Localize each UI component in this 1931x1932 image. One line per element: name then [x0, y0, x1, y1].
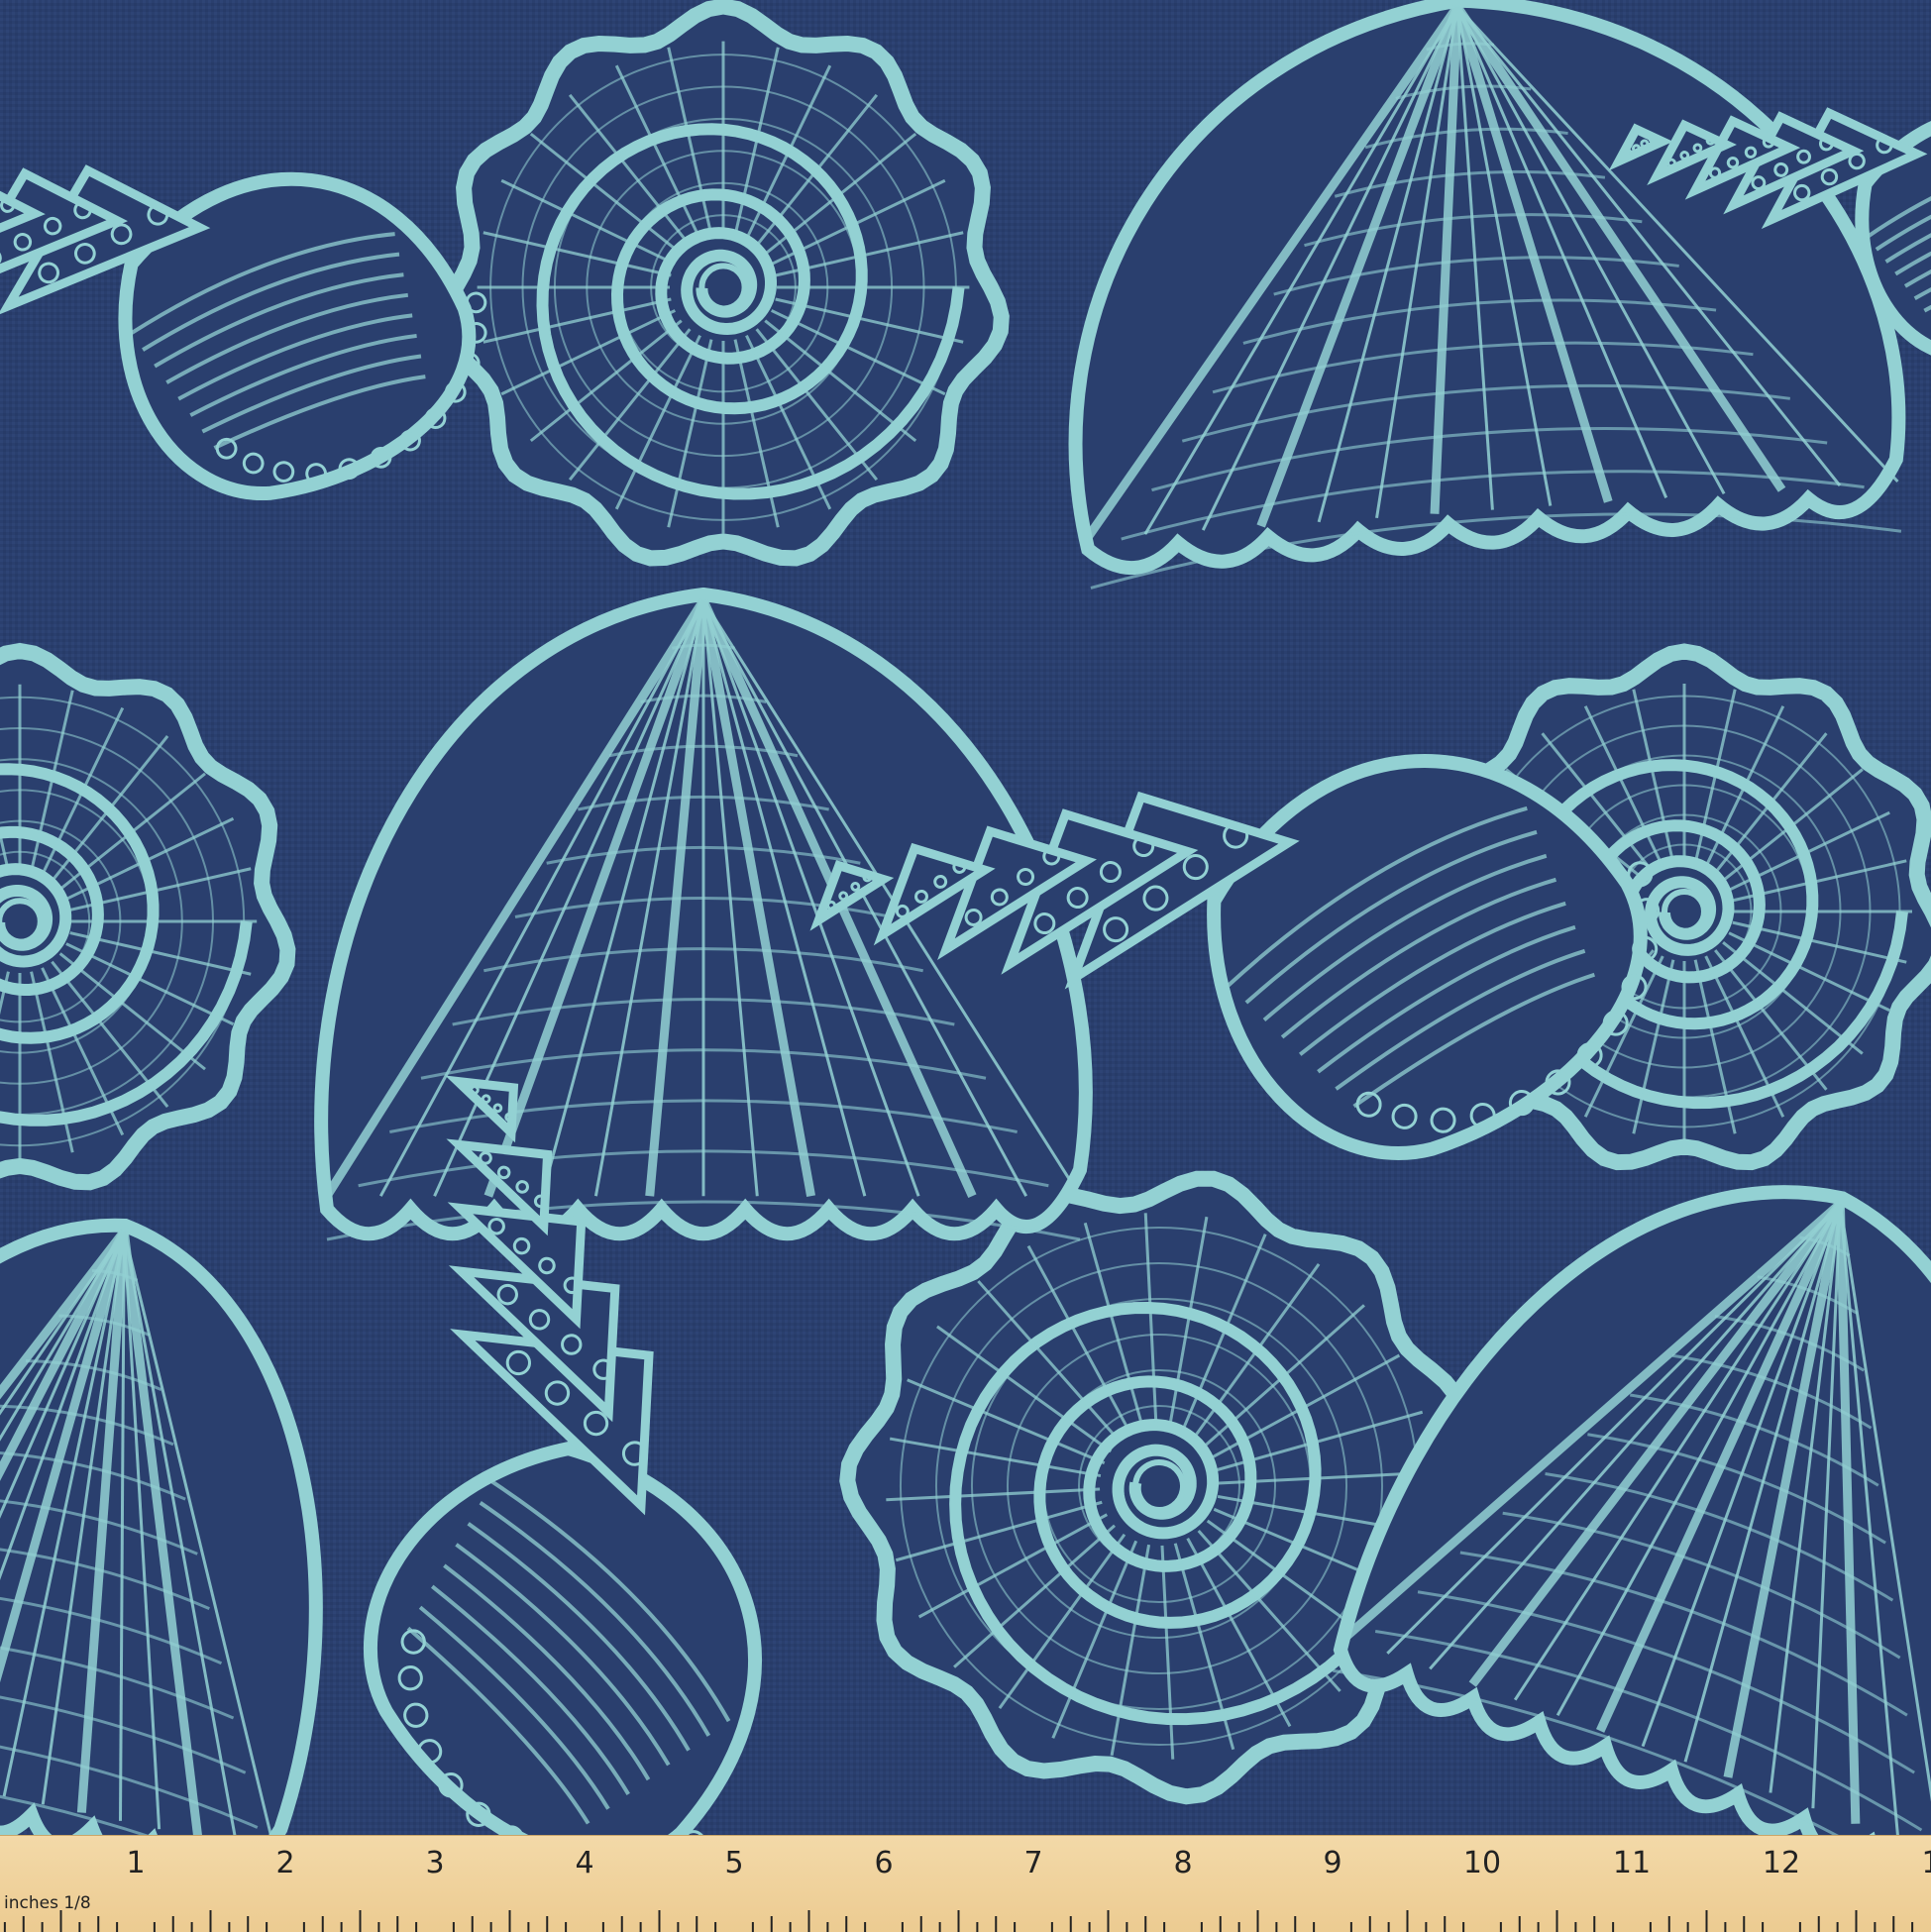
ruler-number: 7: [1023, 1846, 1043, 1880]
ruler-unit-label: inches 1/8: [4, 1893, 91, 1913]
measuring-ruler: inches 1/8 1234567891011121: [0, 1835, 1931, 1932]
ruler-number: 3: [425, 1846, 445, 1880]
ruler-number: 8: [1173, 1846, 1193, 1880]
ruler-number: 1: [1921, 1846, 1931, 1880]
ruler-number: 11: [1612, 1846, 1652, 1880]
ruler-number: 6: [874, 1846, 894, 1880]
ruler-number: 5: [724, 1846, 744, 1880]
ruler-number: 1: [126, 1846, 146, 1880]
ruler-number: 9: [1323, 1846, 1342, 1880]
ruler-number: 12: [1762, 1846, 1801, 1880]
ruler-number: 2: [275, 1846, 295, 1880]
ruler-number: 4: [575, 1846, 594, 1880]
seashell-fabric-pattern: [0, 0, 1931, 1835]
ruler-number: 10: [1462, 1846, 1502, 1880]
